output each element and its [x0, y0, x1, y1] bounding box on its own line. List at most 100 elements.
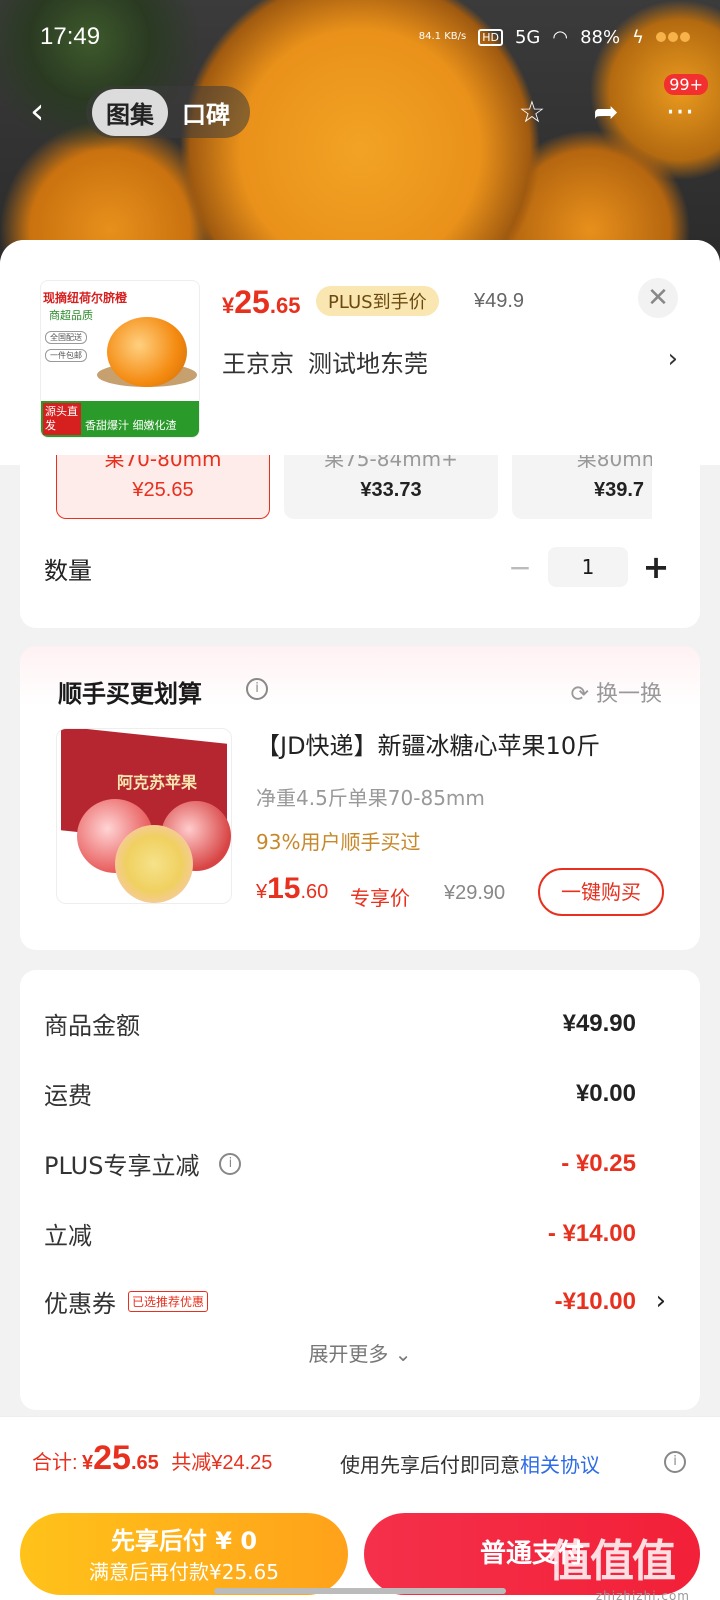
share-icon[interactable]: ➦	[586, 92, 626, 132]
spec-label: 果80mm	[576, 455, 652, 471]
wifi-icon: ◠	[552, 26, 569, 48]
address-place: 测试地东莞	[308, 350, 428, 378]
pay-later-title: 先享后付 ¥ 0	[110, 1527, 258, 1555]
price-yen: ¥	[222, 293, 235, 318]
original-price: ¥49.9	[474, 290, 525, 312]
minus-button[interactable]: −	[502, 551, 538, 584]
item-price: ¥15.60	[256, 872, 328, 906]
total-label: 合计:	[32, 1452, 78, 1474]
price-int: 15	[267, 872, 301, 905]
status-time: 17:49	[40, 23, 101, 50]
product-price: ¥25.65	[222, 284, 300, 321]
chevron-right-icon[interactable]: ›	[668, 344, 678, 374]
watermark-url: zhizhizhi.com	[595, 1589, 690, 1600]
net-speed: 84.1 KB/s	[418, 31, 467, 42]
item-title[interactable]: 【JD快递】新疆冰糖心苹果10斤	[256, 726, 600, 761]
price-int: 25	[234, 284, 270, 320]
exclusive-label: 专享价	[350, 886, 410, 910]
tab-gallery[interactable]: 图集	[92, 88, 168, 136]
swap-button[interactable]: ⟳ 换一换	[571, 676, 662, 708]
cellular-icon: 5G	[514, 26, 541, 48]
together-title: 顺手买更划算	[58, 680, 202, 708]
summary-row: PLUS专享立减 i - ¥0.25	[44, 1146, 636, 1181]
spec-card: 果70-80mm ¥25.65 果75-84mm+ ¥33.73 果80mm ¥…	[20, 455, 700, 628]
row-label: PLUS专享立减	[44, 1152, 200, 1180]
item-original-price: ¥29.90	[444, 882, 506, 904]
thumb-title: 现摘纽荷尔脐橙	[43, 291, 128, 305]
pay-later-button[interactable]: 先享后付 ¥ 0 满意后再付款¥25.65	[20, 1513, 348, 1595]
purchase-sheet: 现摘纽荷尔脐橙 商超品质 全国配送 一件包邮 源头直发 香甜爆汁 细嫩化渣 ¥2…	[0, 240, 720, 1600]
home-indicator[interactable]	[214, 1588, 506, 1594]
spec-label: 果70-80mm	[104, 455, 222, 471]
media-tabs: 图集 口碑	[86, 86, 250, 138]
spec-label: 果75-84mm+	[324, 455, 458, 471]
apple-product-image[interactable]: 阿克苏苹果	[56, 728, 232, 904]
row-label: 运费	[44, 1082, 92, 1110]
expand-more-button[interactable]: 展开更多 ⌄	[20, 1338, 700, 1367]
spec-option-2[interactable]: 果75-84mm+ ¥33.73	[284, 455, 498, 519]
plus-price-tag: PLUS到手价	[316, 286, 439, 316]
swap-label: 换一换	[595, 682, 662, 707]
close-icon[interactable]: ✕	[638, 278, 678, 318]
message-badge: 99+	[664, 74, 708, 95]
price-dec: .65	[130, 1452, 159, 1474]
agreement-text: 使用先享后付即同意相关协议	[340, 1449, 600, 1478]
tab-reviews[interactable]: 口碑	[168, 89, 244, 136]
quantity-label: 数量	[44, 557, 92, 585]
row-value: - ¥0.25	[561, 1149, 636, 1177]
coupon-row[interactable]: 优惠券 已选推荐优惠 -¥10.00	[44, 1284, 636, 1319]
summary-row: 运费 ¥0.00	[44, 1076, 636, 1111]
spec-price: ¥39.7	[593, 479, 645, 501]
total-reduction: 共减¥24.25	[171, 1452, 273, 1474]
info-icon[interactable]: i	[664, 1451, 686, 1473]
address-row[interactable]: 王京京 测试地东莞	[222, 344, 442, 379]
spec-price: ¥25.65	[132, 479, 194, 501]
checkout-bar: 合计: ¥25.65 共减¥24.25 使用先享后付即同意相关协议 i 先享后付…	[0, 1416, 720, 1600]
price-yen: ¥	[256, 881, 268, 903]
spec-option-3[interactable]: 果80mm ¥39.7	[512, 455, 652, 519]
apple-half-shape	[115, 825, 193, 903]
thumb-pill: 全国配送	[45, 331, 87, 344]
one-click-buy-button[interactable]: 一键购买	[538, 868, 664, 916]
chevron-right-icon[interactable]: ›	[656, 1286, 666, 1316]
spec-options: 果70-80mm ¥25.65 果75-84mm+ ¥33.73 果80mm ¥…	[56, 455, 652, 521]
address-name: 王京京	[222, 350, 294, 378]
price-dec: .65	[269, 293, 301, 318]
thumb-pill: 一件包邮	[45, 349, 87, 362]
info-icon[interactable]: i	[246, 678, 268, 700]
refresh-icon: ⟳	[570, 682, 596, 707]
price-dec: .60	[300, 881, 329, 903]
thumb-badge: 源头直发	[43, 403, 81, 435]
row-label: 商品金额	[44, 1012, 140, 1040]
charging-icon: ϟ	[632, 26, 644, 48]
product-thumbnail[interactable]: 现摘纽荷尔脐橙 商超品质 全国配送 一件包邮 源头直发 香甜爆汁 细嫩化渣	[40, 280, 200, 438]
price-summary: 商品金额 ¥49.90 运费 ¥0.00 PLUS专享立减 i - ¥0.25 …	[20, 970, 700, 1410]
thumb-subtitle: 商超品质	[49, 309, 93, 322]
pay-later-subtitle: 满意后再付款¥25.65	[89, 1560, 279, 1584]
orange-image	[107, 317, 187, 387]
quantity-value[interactable]: 1	[548, 547, 628, 587]
watermark-logo: 值值值	[548, 1536, 676, 1587]
apple-box-text: 阿克苏苹果	[117, 773, 198, 792]
plus-button[interactable]: +	[638, 548, 674, 586]
hero-image: 17:49 84.1 KB/s HD 5G ◠ 88% ϟ ‹ 图集 口碑 ☆ …	[0, 0, 720, 280]
agreement-link[interactable]: 相关协议	[520, 1453, 600, 1477]
item-stat: 93%用户顺手买过	[256, 830, 421, 854]
more-icon[interactable]: ···	[660, 92, 700, 132]
item-subtitle: 净重4.5斤单果70-85mm	[256, 786, 485, 810]
back-icon[interactable]: ‹	[30, 94, 66, 130]
spec-option-1[interactable]: 果70-80mm ¥25.65	[56, 455, 270, 519]
row-label: 立减	[44, 1222, 92, 1250]
buy-together-card: 顺手买更划算 i ⟳ 换一换 阿克苏苹果 【JD快递】新疆冰糖心苹果10斤 净重…	[20, 646, 700, 950]
row-label: 优惠券	[44, 1290, 116, 1318]
battery-level: 88%	[580, 26, 621, 48]
info-icon[interactable]: i	[219, 1152, 242, 1175]
summary-row: 立减 - ¥14.00	[44, 1216, 636, 1251]
row-value: - ¥14.00	[547, 1219, 636, 1247]
thumb-bottom-text: 香甜爆汁 细嫩化渣	[85, 419, 177, 432]
row-value: ¥0.00	[575, 1079, 636, 1107]
star-icon[interactable]: ☆	[512, 92, 552, 132]
row-value: -¥10.00	[554, 1287, 636, 1315]
summary-row: 商品金额 ¥49.90	[44, 1006, 636, 1041]
price-int: 25	[93, 1439, 131, 1477]
